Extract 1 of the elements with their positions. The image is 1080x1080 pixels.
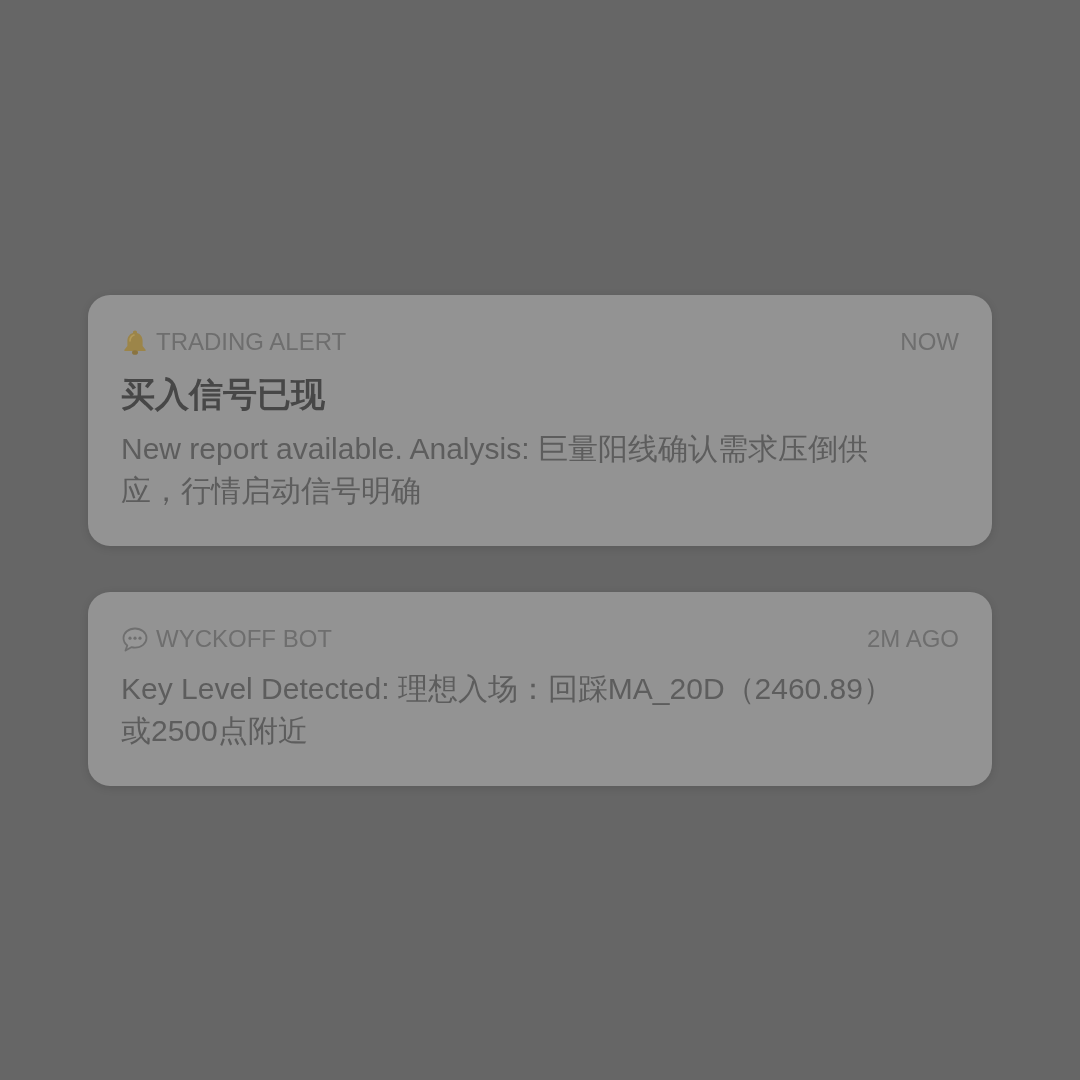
notification-title: 买入信号已现: [121, 373, 326, 415]
